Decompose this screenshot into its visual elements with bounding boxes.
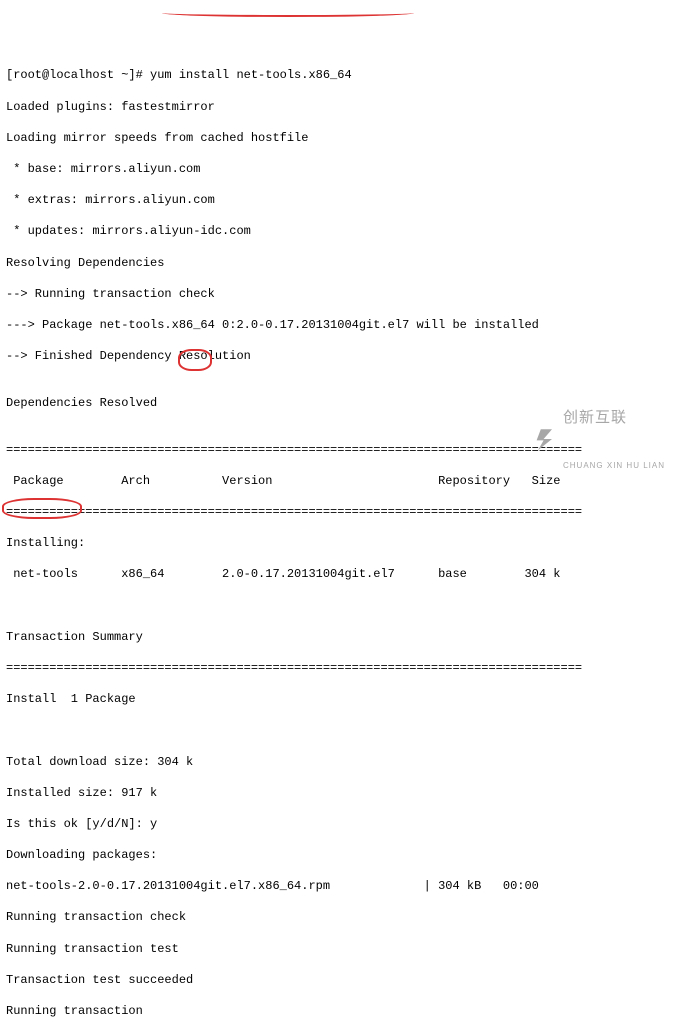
output-line: * extras: mirrors.aliyun.com: [6, 193, 667, 209]
output-line: Transaction test succeeded: [6, 973, 667, 989]
output-line: Total download size: 304 k: [6, 755, 667, 771]
table-separator: ========================================…: [6, 505, 667, 521]
annotation-underline-command: [162, 9, 414, 17]
blank-line: [6, 723, 667, 739]
output-line: Running transaction check: [6, 910, 667, 926]
output-line: Running transaction test: [6, 942, 667, 958]
watermark-sub: CHUANG XIN HU LIAN: [563, 461, 665, 471]
logo-icon: [531, 425, 559, 453]
output-line: ---> Package net-tools.x86_64 0:2.0-0.17…: [6, 318, 667, 334]
output-line: * updates: mirrors.aliyun-idc.com: [6, 224, 667, 240]
output-line: Running transaction: [6, 1004, 667, 1020]
table-separator: ========================================…: [6, 661, 667, 677]
table-row: net-tools x86_64 2.0-0.17.20131004git.el…: [6, 567, 667, 583]
shell-prompt[interactable]: [root@localhost ~]# yum install net-tool…: [6, 68, 667, 84]
confirm-prompt[interactable]: Is this ok [y/d/N]: y: [6, 817, 667, 833]
output-line: Loading mirror speeds from cached hostfi…: [6, 131, 667, 147]
output-line: Loaded plugins: fastestmirror: [6, 100, 667, 116]
output-line: --> Running transaction check: [6, 287, 667, 303]
installing-label: Installing:: [6, 536, 667, 552]
output-line: Installed size: 917 k: [6, 786, 667, 802]
output-line: Resolving Dependencies: [6, 256, 667, 272]
output-line: * base: mirrors.aliyun.com: [6, 162, 667, 178]
output-line: --> Finished Dependency Resolution: [6, 349, 667, 365]
blank-line: [6, 599, 667, 615]
watermark-brand: 创新互联: [563, 408, 665, 428]
output-line: Downloading packages:: [6, 848, 667, 864]
install-count: Install 1 Package: [6, 692, 667, 708]
txn-summary-label: Transaction Summary: [6, 630, 667, 646]
watermark: 创新互联 CHUANG XIN HU LIAN: [531, 374, 665, 505]
output-line: net-tools-2.0-0.17.20131004git.el7.x86_6…: [6, 879, 667, 895]
